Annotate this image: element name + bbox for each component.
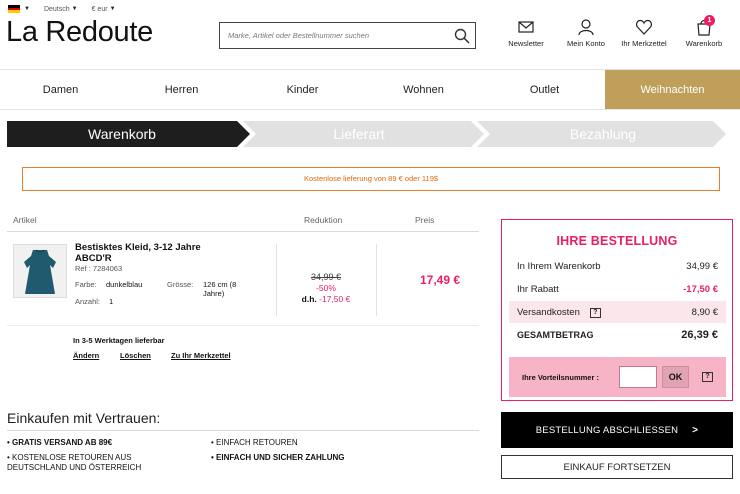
envelope-icon (518, 21, 534, 33)
trust-free-returns: • KOSTENLOSE RETOUREN AUS (7, 453, 132, 462)
order-summary: IHRE BESTELLUNG In Ihrem Warenkorb 34,99… (501, 219, 733, 401)
top-bar: ▼ Deutsch ▼ € eur ▼ (8, 3, 130, 15)
delete-link[interactable]: Löschen (120, 351, 151, 360)
size-value: 126 cm (8 (203, 280, 237, 289)
quantity-label: Anzahl: (75, 297, 101, 306)
cart-total-value: 34,99 € (686, 261, 718, 272)
german-flag-icon[interactable] (8, 5, 20, 14)
search-bar (219, 22, 476, 49)
heart-icon (636, 19, 652, 35)
step-warenkorb: Warenkorb (88, 126, 156, 142)
column-divider (376, 244, 377, 316)
discount-label: Ihr Rabatt (517, 284, 559, 295)
search-input[interactable] (220, 23, 449, 48)
trust-safe-payment: • EINFACH UND SICHER ZAHLUNG (211, 453, 345, 462)
quantity-value[interactable]: 1 (109, 297, 113, 306)
voucher-input[interactable] (619, 366, 657, 388)
promo-banner: Kostenlose lieferung von 89 € oder 119$ (22, 167, 720, 191)
chevron-right-icon: > (692, 424, 699, 436)
total-value: 26,39 € (681, 329, 718, 341)
wishlist-label: Ihr Merkzettel (621, 39, 667, 48)
delivery-info: In 3-5 Werktagen lieferbar (73, 336, 165, 345)
checkout-button[interactable]: BESTELLUNG ABSCHLIESSEN > (501, 412, 733, 448)
shipping-label-text: Versandkosten (517, 307, 580, 318)
step-lieferart: Lieferart (333, 126, 385, 142)
trust-easy-returns: • EINFACH RETOUREN (211, 438, 298, 447)
trust-divider (7, 430, 479, 431)
chevron-down-icon[interactable]: ▼ (72, 6, 78, 12)
shipping-value: 8,90 € (691, 307, 718, 318)
currency-selector[interactable]: € eur (92, 6, 108, 13)
cart-button[interactable]: 1 Warenkorb (682, 15, 726, 48)
help-icon[interactable]: ? (589, 308, 601, 318)
summary-row-total: GESAMTBETRAG 26,39 € (509, 324, 726, 346)
chevron-down-icon[interactable]: ▼ (24, 6, 30, 12)
voucher-help-icon[interactable]: ? (702, 372, 713, 382)
dh-value: -17,50 € (319, 294, 351, 304)
summary-row-shipping: Versandkosten? 8,90 € (509, 301, 726, 323)
move-to-wishlist-link[interactable]: Zu Ihr Merkzettel (171, 351, 231, 360)
col-header-article: Artikel (13, 215, 37, 225)
change-link[interactable]: Ändern (73, 351, 99, 360)
account-label: Mein Konto (567, 39, 605, 48)
search-icon[interactable] (449, 23, 475, 49)
product-title: Bestisktes Kleid, 3-12 Jahre (75, 242, 201, 253)
col-header-reduction: Reduktion (304, 215, 343, 225)
main-nav: Damen Herren Kinder Wohnen Outlet Weihna… (0, 69, 740, 110)
logo[interactable]: La Redoute (6, 16, 153, 49)
total-label: GESAMTBETRAG (517, 330, 594, 340)
account-button[interactable]: Mein Konto (564, 18, 608, 48)
shipping-label: Versandkosten? (517, 307, 601, 318)
nav-item-weihnachten[interactable]: Weihnachten (605, 70, 740, 109)
language-selector[interactable]: Deutsch (44, 6, 70, 13)
product-image[interactable] (13, 244, 67, 298)
header-icons: Newsletter Mein Konto Ihr Merkzettel 1 W… (500, 15, 740, 52)
newsletter-button[interactable]: Newsletter (506, 18, 546, 48)
table-divider (7, 231, 479, 232)
column-divider (276, 244, 277, 316)
product-ref: Ref : 7284063 (75, 264, 123, 273)
chevron-down-icon[interactable]: ▼ (110, 6, 116, 12)
user-icon (578, 19, 594, 36)
discount-percent: -50% (316, 283, 336, 293)
original-price: 34,99 € (310, 272, 342, 282)
cart-label: Warenkorb (685, 39, 723, 48)
color-value: dunkelblau (106, 280, 143, 289)
size-label: Grösse: (167, 280, 194, 289)
voucher-label: Ihre Vorteilsnummer : (522, 373, 599, 382)
trust-free-shipping: • GRATIS VERSAND AB 89€ (7, 438, 113, 447)
summary-row-cart: In Ihrem Warenkorb 34,99 € (509, 255, 726, 277)
voucher-ok-button[interactable]: OK (662, 366, 689, 388)
discount-amount: d.h. -17,50 € (293, 294, 359, 304)
trust-free-returns-cont: DEUTSCHLAND UND ÖSTERREICH (7, 463, 142, 472)
wishlist-button[interactable]: Ihr Merkzettel (618, 18, 670, 48)
checkout-button-label: BESTELLUNG ABSCHLIESSEN (535, 424, 679, 436)
summary-title: IHRE BESTELLUNG (556, 234, 678, 248)
discount-value: -17,50 € (683, 284, 718, 295)
nav-item-outlet[interactable]: Outlet (484, 70, 605, 109)
cart-total-label: In Ihrem Warenkorb (517, 261, 601, 272)
size-value-cont: Jahre) (203, 289, 225, 298)
product-name[interactable]: Bestisktes Kleid, 3-12 Jahre ABCD'R (75, 242, 201, 264)
summary-row-discount: Ihr Rabatt -17,50 € (509, 278, 726, 300)
checkout-steps: Warenkorb Lieferart Bezahlung (7, 121, 733, 147)
item-price: 17,49 € (419, 273, 461, 287)
continue-shopping-button[interactable]: EINKAUF FORTSETZEN (501, 455, 733, 479)
nav-item-damen[interactable]: Damen (0, 70, 121, 109)
voucher-box: Ihre Vorteilsnummer : OK ? (509, 357, 726, 397)
row-divider (7, 325, 479, 326)
col-header-price: Preis (415, 215, 435, 225)
nav-item-wohnen[interactable]: Wohnen (363, 70, 484, 109)
trust-title: Einkaufen mit Vertrauen: (7, 410, 161, 426)
dress-image (24, 249, 56, 294)
color-label: Farbe: (75, 280, 97, 289)
newsletter-label: Newsletter (508, 39, 544, 48)
product-brand: ABCD'R (75, 253, 112, 264)
step-bezahlung: Bezahlung (569, 126, 637, 142)
nav-item-kinder[interactable]: Kinder (242, 70, 363, 109)
nav-item-herren[interactable]: Herren (121, 70, 242, 109)
cart-count-badge: 1 (704, 15, 715, 26)
dh-label: d.h. (301, 294, 317, 304)
